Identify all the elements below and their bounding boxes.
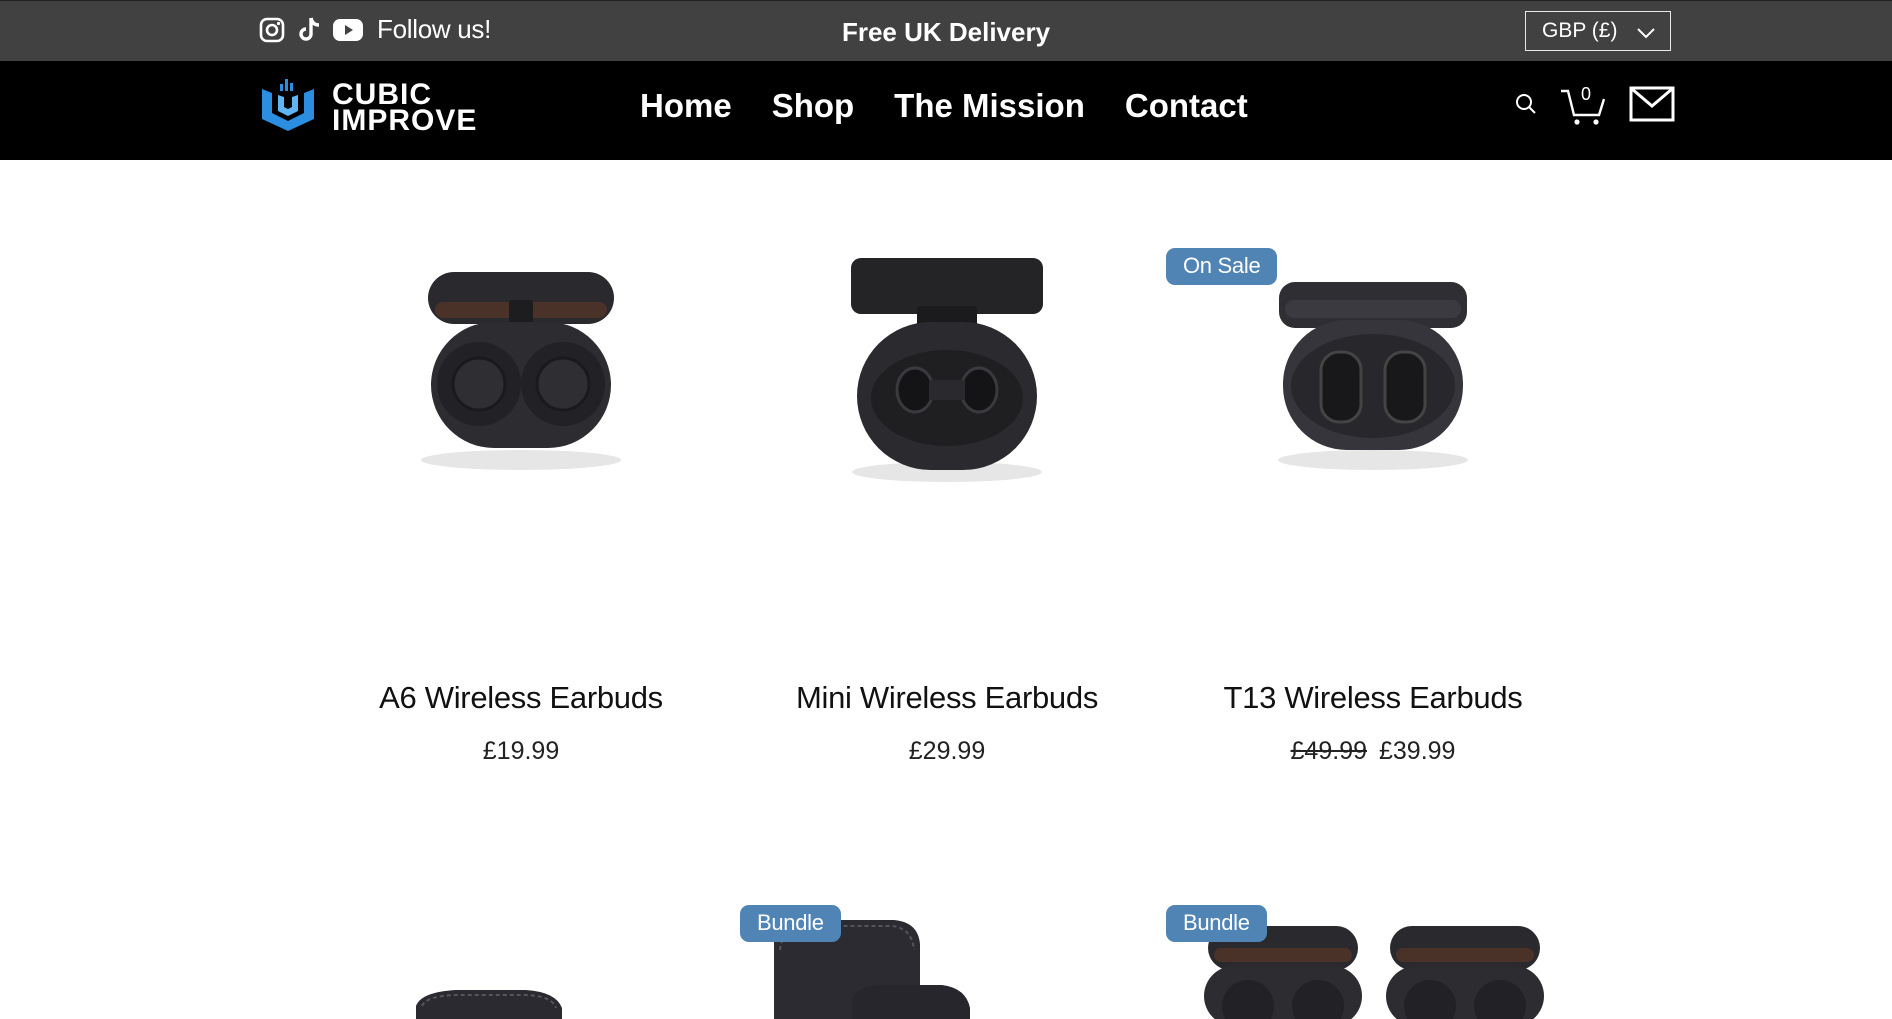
logo-wordmark: CUBIC IMPROVE bbox=[332, 79, 478, 137]
search-icon[interactable] bbox=[1515, 93, 1537, 120]
bundle-badge: Bundle bbox=[740, 905, 841, 942]
product-price-group: £49.99 £39.99 bbox=[1178, 737, 1568, 766]
main-header: CUBIC IMPROVE Home Shop The Mission Cont… bbox=[0, 61, 1892, 160]
original-price: £49.99 bbox=[1290, 737, 1367, 765]
primary-menu: Home Shop The Mission Contact bbox=[640, 87, 1248, 125]
nav-shop[interactable]: Shop bbox=[772, 87, 854, 125]
sale-badge: On Sale bbox=[1166, 248, 1278, 285]
site-logo[interactable]: CUBIC IMPROVE bbox=[258, 75, 477, 140]
chevron-down-icon bbox=[1636, 22, 1656, 46]
nav-the-mission[interactable]: The Mission bbox=[894, 87, 1085, 125]
currency-selector[interactable]: GBP (£) bbox=[1525, 11, 1671, 51]
cart-count: 0 bbox=[1581, 84, 1592, 104]
product-grid: A6 Wireless Earbuds £19.99 Mini Wireless… bbox=[0, 160, 1892, 1019]
logo-line-2: IMPROVE bbox=[332, 103, 478, 137]
currency-value: GBP (£) bbox=[1542, 19, 1618, 42]
product-name[interactable]: Mini Wireless Earbuds bbox=[752, 680, 1142, 716]
nav-contact[interactable]: Contact bbox=[1125, 87, 1248, 125]
product-card[interactable] bbox=[326, 910, 716, 1019]
product-image[interactable] bbox=[326, 910, 716, 1019]
product-card[interactable]: A6 Wireless Earbuds £19.99 bbox=[326, 160, 716, 780]
sale-price: £39.99 bbox=[1379, 737, 1456, 765]
cart-button[interactable]: 0 bbox=[1559, 84, 1607, 127]
product-card[interactable]: Mini Wireless Earbuds £29.99 bbox=[752, 160, 1142, 780]
product-name[interactable]: T13 Wireless Earbuds bbox=[1178, 680, 1568, 716]
product-name[interactable]: A6 Wireless Earbuds bbox=[326, 680, 716, 716]
nav-home[interactable]: Home bbox=[640, 87, 732, 125]
mail-icon[interactable] bbox=[1629, 86, 1675, 127]
product-image[interactable] bbox=[1178, 160, 1568, 580]
product-price: £29.99 bbox=[908, 737, 986, 765]
product-card[interactable]: On Sale T13 Wireless Earbuds £49.99 £39.9… bbox=[1166, 160, 1568, 780]
header-actions: 0 bbox=[1515, 84, 1675, 127]
announcement-bar: Follow us! Free UK Delivery GBP (£) bbox=[0, 0, 1892, 61]
product-image[interactable] bbox=[752, 160, 1142, 580]
product-image[interactable] bbox=[326, 160, 716, 580]
product-price: £19.99 bbox=[482, 737, 560, 765]
logo-mark-icon bbox=[258, 75, 318, 140]
bundle-badge: Bundle bbox=[1166, 905, 1267, 942]
